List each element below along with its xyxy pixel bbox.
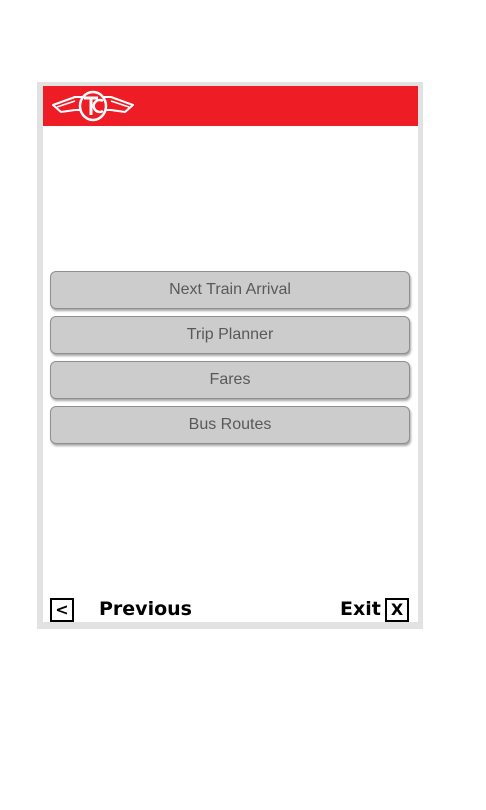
trip-planner-button[interactable]: Trip Planner (50, 316, 410, 354)
app-screen: Next Train Arrival Trip Planner Fares Bu… (43, 86, 418, 622)
next-train-arrival-button[interactable]: Next Train Arrival (50, 271, 410, 309)
fares-button[interactable]: Fares (50, 361, 410, 399)
bus-routes-button[interactable]: Bus Routes (50, 406, 410, 444)
exit-icon-button[interactable]: X (385, 598, 409, 622)
exit-link[interactable]: Exit (340, 597, 381, 621)
app-header (43, 86, 418, 126)
previous-icon-button[interactable]: < (50, 598, 74, 622)
ttc-logo-icon (52, 90, 134, 122)
footer-nav: < Previous Exit X (43, 596, 418, 622)
main-menu: Next Train Arrival Trip Planner Fares Bu… (50, 271, 410, 451)
previous-link[interactable]: Previous (99, 597, 192, 621)
